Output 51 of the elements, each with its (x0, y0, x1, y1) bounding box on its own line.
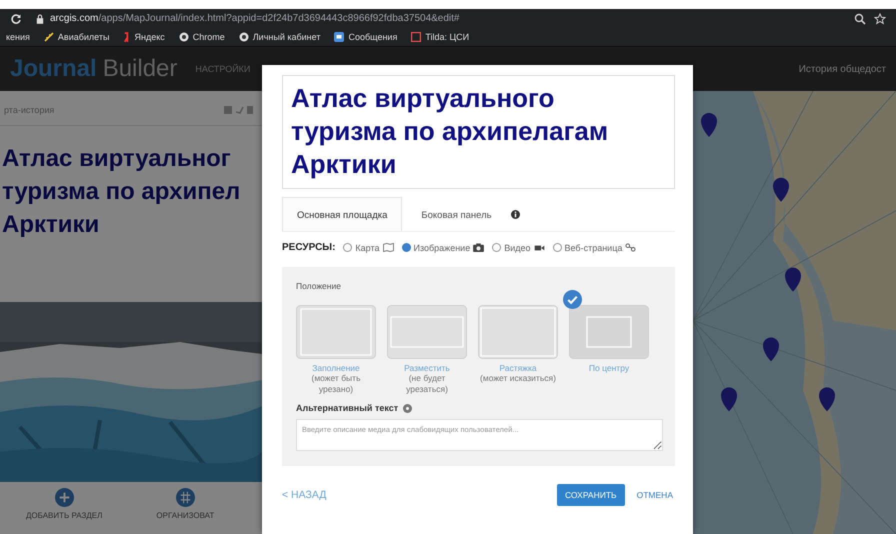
bookmark[interactable]: кения (6, 32, 30, 42)
app-suffix: Builder (102, 55, 178, 83)
link-icon (625, 243, 636, 252)
radio-button[interactable] (552, 243, 562, 252)
radio-button[interactable] (492, 243, 502, 252)
alt-text-label: Альтернативный текст (296, 403, 398, 413)
story-title-line: Арктики (2, 210, 100, 240)
story-type: рта-история (4, 105, 54, 115)
option-label[interactable]: Видео (504, 242, 531, 252)
checkmark-icon (563, 290, 582, 309)
bookmark[interactable]: Tilda: ЦСИ (411, 32, 470, 42)
plus-icon[interactable] (54, 488, 74, 507)
bookmark[interactable]: Яндекс (123, 32, 165, 42)
star-icon[interactable] (874, 12, 886, 24)
help-icon[interactable] (403, 404, 412, 412)
bookmark[interactable]: Сообщения (334, 32, 398, 42)
app-name: Journal (10, 55, 97, 83)
map-icon (382, 243, 394, 252)
save-button[interactable]: СОХРАНИТЬ (556, 484, 625, 506)
grid-icon[interactable] (176, 488, 195, 507)
bookmark[interactable]: Авиабилеты (44, 32, 110, 42)
reload-icon[interactable] (10, 12, 22, 24)
lock-icon (36, 14, 44, 24)
option-label[interactable]: Изображение (414, 242, 470, 252)
option-note: (не будет урезаться) (405, 373, 449, 395)
position-label: Положение (296, 281, 342, 291)
info-icon[interactable] (510, 210, 520, 218)
resources-label: РЕСУРСЫ: (282, 242, 336, 253)
option-label[interactable]: Веб-страница (564, 242, 622, 252)
share-icons[interactable] (224, 105, 254, 115)
option-note: (может быть урезано) (310, 373, 362, 395)
story-title-line: туризма по архипел (2, 177, 242, 207)
option-note: (может исказиться) (480, 373, 556, 384)
letter-icon (123, 32, 130, 42)
tab[interactable]: Основная площадка (282, 197, 402, 231)
action-label[interactable]: ДОБАВИТЬ РАЗДЕЛ (26, 511, 102, 520)
option-label[interactable]: Карта (355, 242, 380, 252)
video-icon (534, 244, 545, 252)
bookmark[interactable]: Личный кабинет (238, 32, 320, 42)
title-field[interactable]: Атлас виртуального туризма по архипелагам Арктики (282, 75, 675, 189)
camera-icon (473, 243, 484, 252)
story-title-line: Атлас виртуальног (2, 144, 232, 174)
story-title: История общедост (798, 64, 886, 74)
search-icon[interactable] (854, 12, 866, 24)
bookmark[interactable]: Chrome (178, 32, 225, 42)
radio-button[interactable] (343, 243, 352, 252)
chat-icon (334, 32, 344, 42)
radio-button[interactable] (402, 243, 411, 252)
square-icon (411, 32, 422, 42)
action-label[interactable]: ОРГАНИЗОВАТ (156, 511, 214, 520)
cancel-button[interactable]: ОТМЕНА (634, 484, 675, 506)
